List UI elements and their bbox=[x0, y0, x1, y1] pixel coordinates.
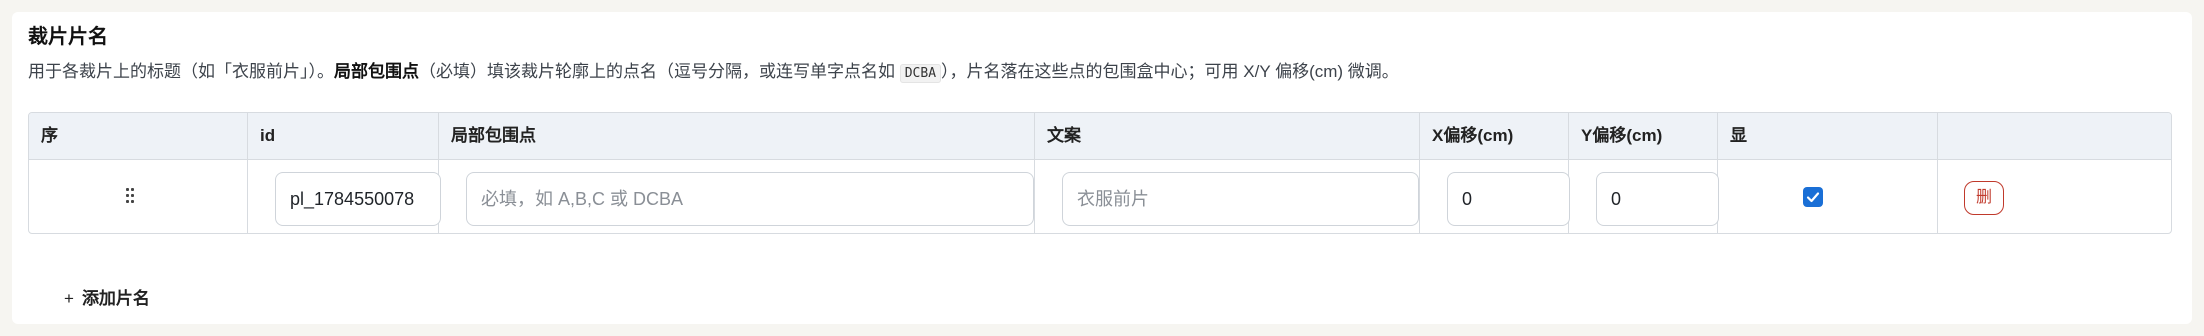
header-text: 文案 bbox=[1047, 126, 1081, 145]
section-description: 用于各裁片上的标题（如「衣服前片」）。局部包围点（必填）填该裁片轮廓上的点名（逗… bbox=[28, 57, 1399, 83]
desc-bold: 局部包围点 bbox=[334, 62, 419, 81]
header-points: 局部包围点 bbox=[451, 126, 536, 145]
y-offset-input[interactable] bbox=[1596, 172, 1719, 226]
show-checkbox[interactable] bbox=[1803, 187, 1823, 207]
x-offset-input[interactable] bbox=[1447, 172, 1570, 226]
piece-name-table: 序 id 局部包围点 文案 X偏移(cm) Y偏移(cm) 显 删 bbox=[28, 112, 2172, 234]
add-piece-name-button[interactable]: + 添加片名 bbox=[64, 284, 150, 309]
points-input[interactable] bbox=[466, 172, 1034, 226]
section-title: 裁片片名 bbox=[28, 26, 108, 48]
id-input[interactable] bbox=[275, 172, 441, 226]
header-y-offset: Y偏移(cm) bbox=[1581, 126, 1663, 145]
add-piece-name-label: 添加片名 bbox=[81, 289, 150, 308]
header-id: id bbox=[260, 126, 276, 145]
header-x-offset: X偏移(cm) bbox=[1432, 126, 1514, 145]
text-input[interactable] bbox=[1062, 172, 1419, 226]
header-action bbox=[1938, 113, 2171, 159]
table-header: 序 id 局部包围点 文案 X偏移(cm) Y偏移(cm) 显 bbox=[29, 113, 2171, 160]
header-show: 显 bbox=[1730, 126, 1747, 145]
check-icon bbox=[1806, 192, 1820, 203]
desc-part1: 用于各裁片上的标题（如「衣服前片」）。 bbox=[28, 62, 334, 81]
plus-icon: + bbox=[64, 289, 74, 308]
desc-part2: （必填）填该裁片轮廓上的点名（逗号分隔，或连写单字点名如 bbox=[419, 62, 900, 81]
header-seq: 序 bbox=[41, 126, 58, 145]
delete-button[interactable]: 删 bbox=[1964, 181, 2004, 215]
table-row: 删 bbox=[29, 160, 2171, 233]
desc-part3: ），片名落在这些点的包围盒中心；可用 X/Y 偏移(cm) 微调。 bbox=[941, 62, 1399, 81]
desc-code: DCBA bbox=[899, 64, 942, 83]
drag-handle-icon[interactable] bbox=[126, 187, 136, 205]
